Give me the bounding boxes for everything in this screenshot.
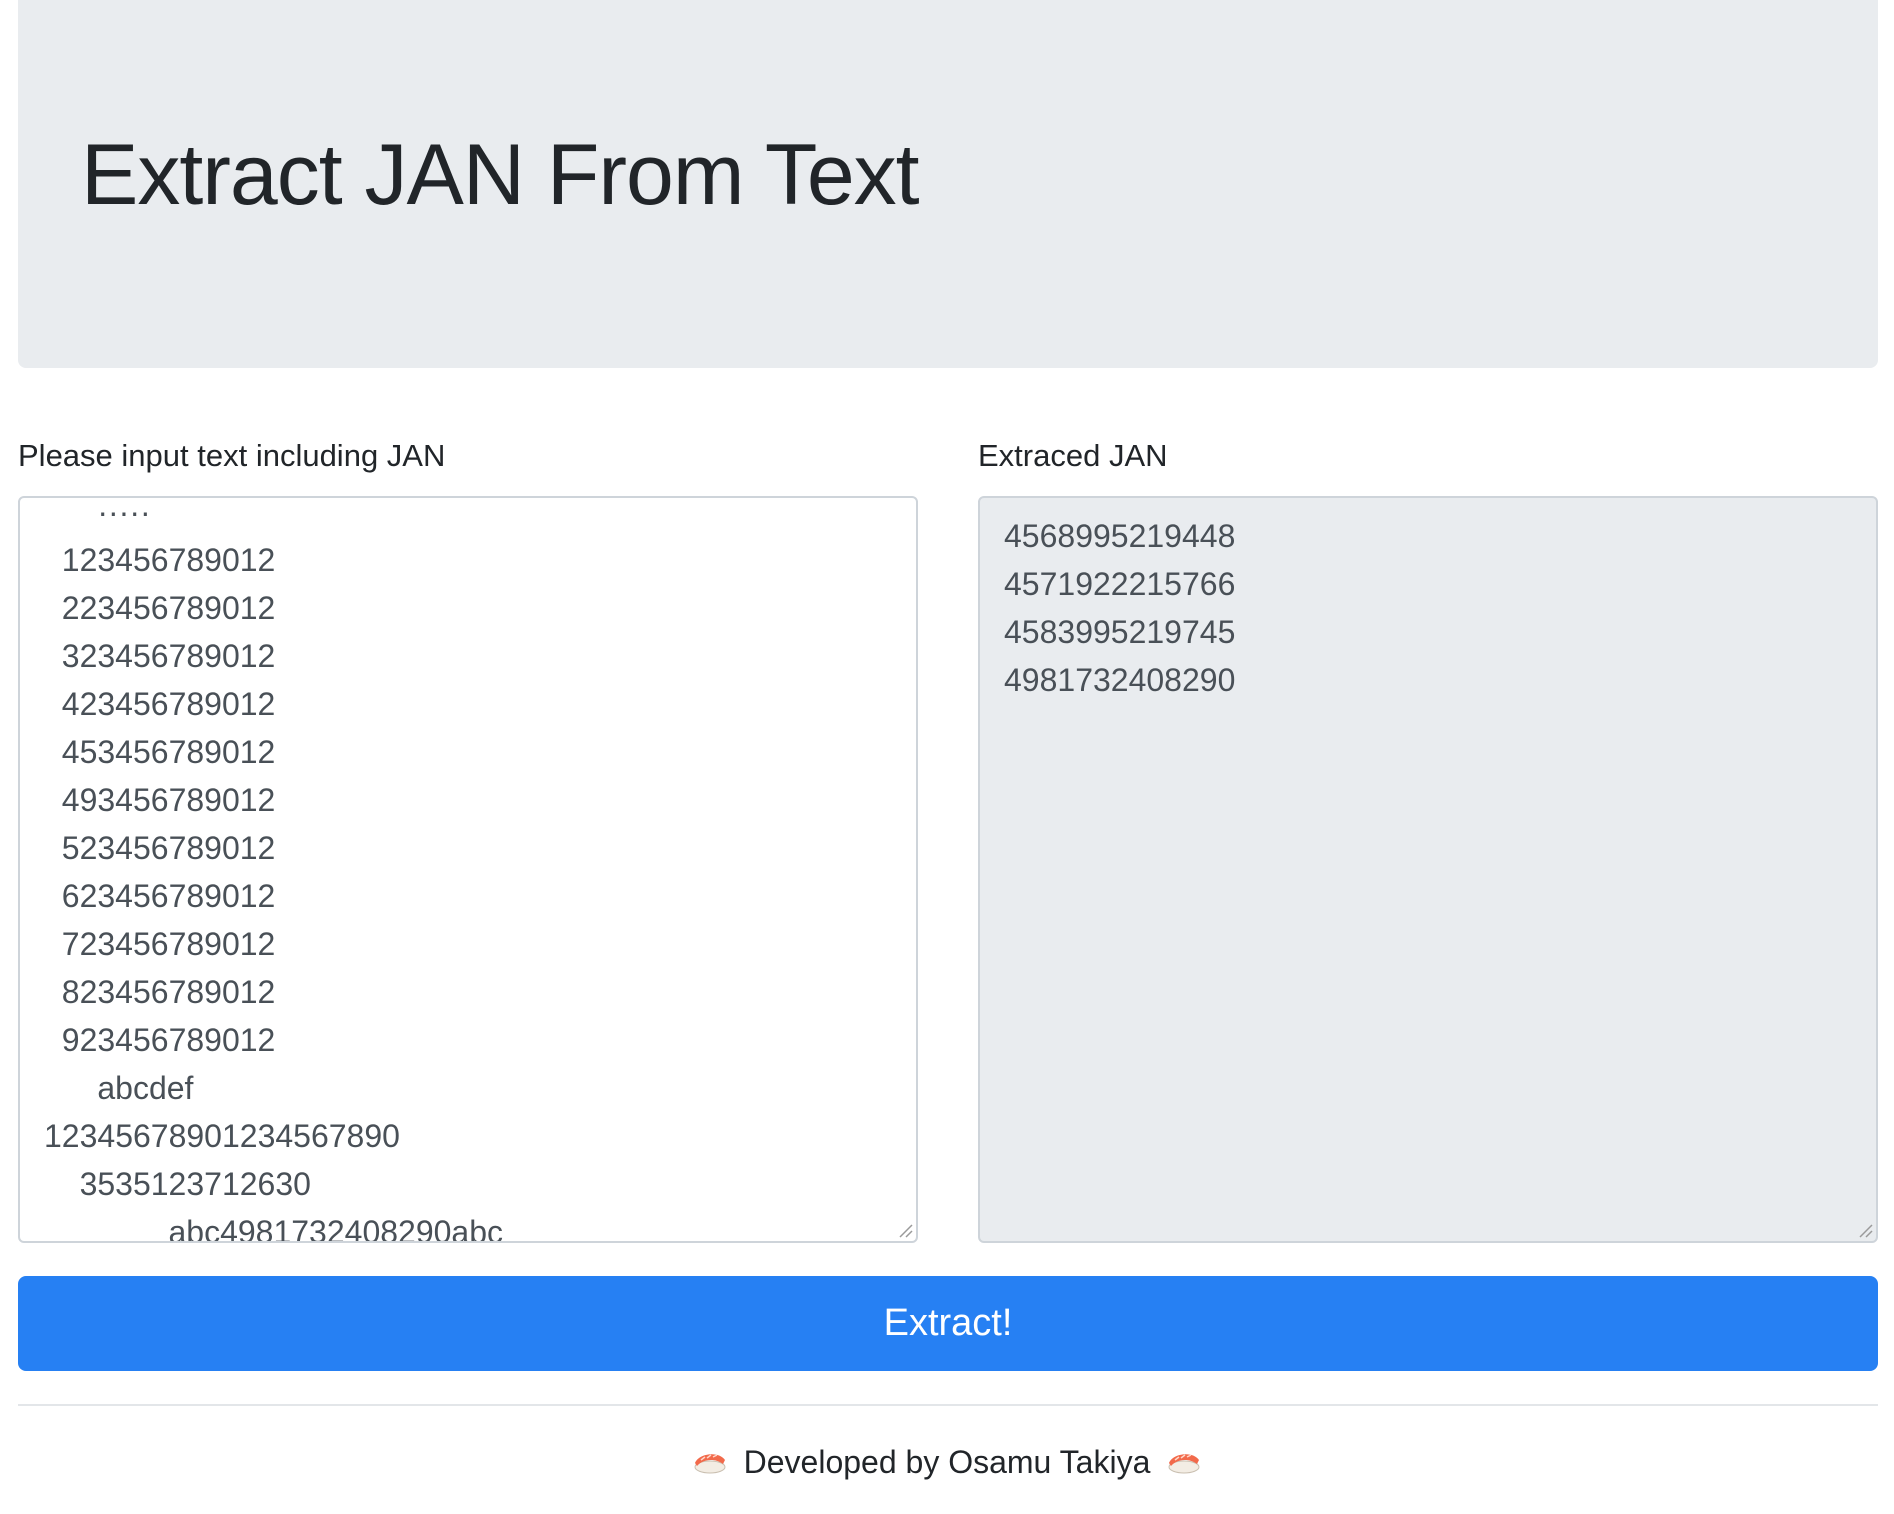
page-title: Extract JAN From Text <box>81 127 920 223</box>
jan-input-text[interactable]: ····· 123456789012 223456789012 32345678… <box>44 498 503 1241</box>
sushi-icon <box>1168 1454 1200 1474</box>
resize-grip-icon[interactable] <box>1857 1222 1873 1238</box>
jan-output-text: 4568995219448 4571922215766 458399521974… <box>1004 518 1236 698</box>
input-label: Please input text including JAN <box>18 438 446 473</box>
footer: Developed by Osamu Takiya <box>0 1438 1894 1486</box>
extract-button[interactable]: Extract! <box>18 1276 1878 1371</box>
sushi-icon <box>694 1454 726 1474</box>
footer-divider <box>18 1404 1878 1406</box>
output-label: Extraced JAN <box>978 438 1168 473</box>
resize-grip-icon[interactable] <box>897 1222 913 1238</box>
footer-text: Developed by Osamu Takiya <box>743 1444 1151 1480</box>
jan-output-textarea[interactable]: 4568995219448 4571922215766 458399521974… <box>978 496 1878 1243</box>
jan-input-textarea[interactable]: ····· 123456789012 223456789012 32345678… <box>18 496 918 1243</box>
header-jumbotron: Extract JAN From Text <box>18 0 1878 368</box>
